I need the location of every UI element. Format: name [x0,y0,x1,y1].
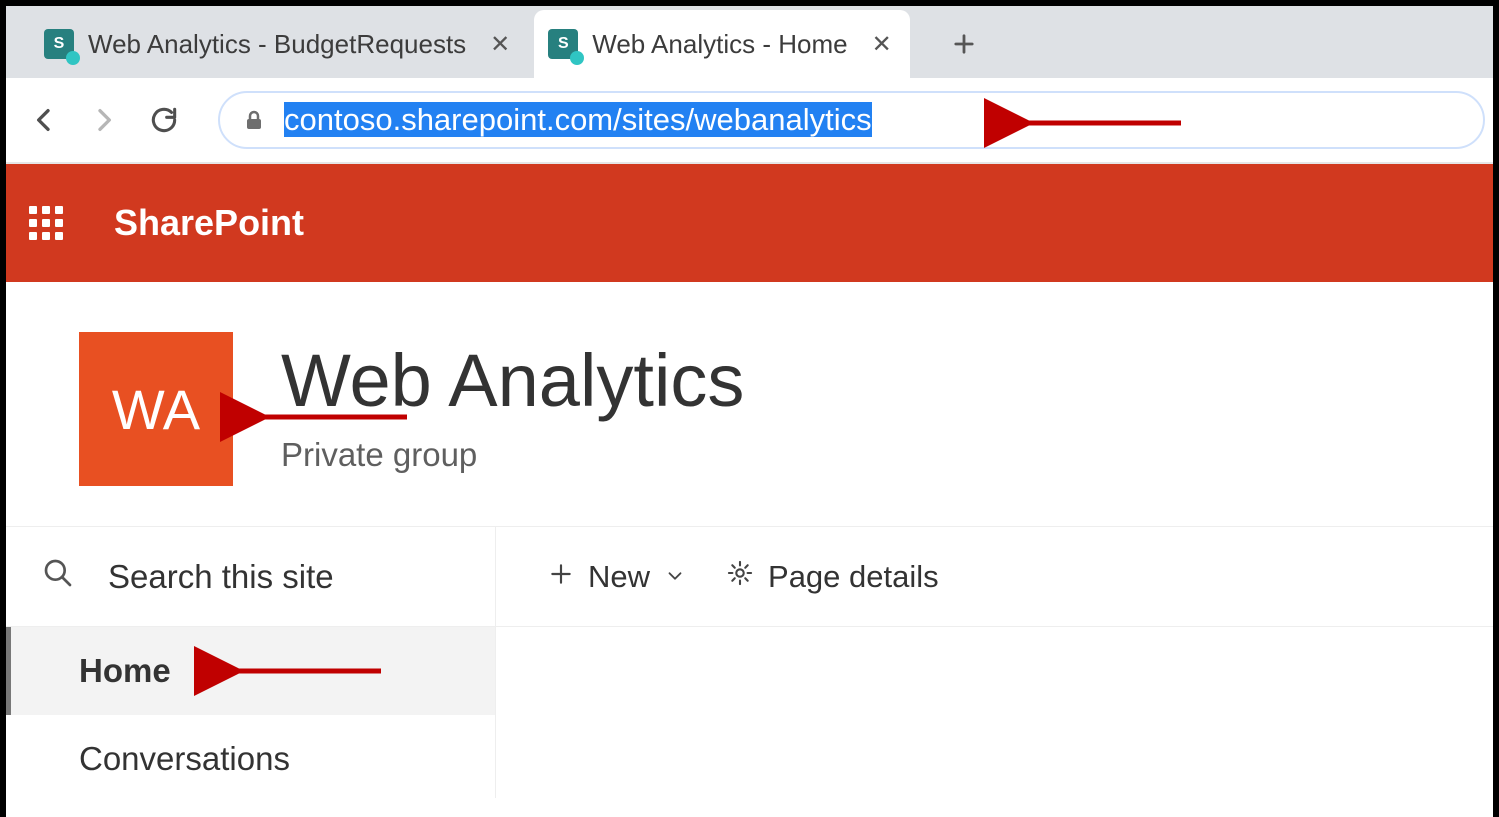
plus-icon [548,559,574,595]
tab-title: Web Analytics - BudgetRequests [88,29,466,60]
search-placeholder: Search this site [108,558,334,596]
content-area: New Page details [496,527,1493,798]
lock-icon [240,106,268,134]
address-bar[interactable]: contoso.sharepoint.com/sites/webanalytic… [218,91,1485,149]
tab-title: Web Analytics - Home [592,29,847,60]
new-button[interactable]: New [548,559,686,595]
url-selected: contoso.sharepoint.com/sites/webanalytic… [284,102,872,137]
new-button-label: New [588,559,650,595]
suite-header: SharePoint [6,164,1493,282]
browser-tab-inactive[interactable]: Web Analytics - BudgetRequests ✕ [30,10,528,78]
sharepoint-icon [44,29,74,59]
url-text: contoso.sharepoint.com/sites/webanalytic… [284,102,872,138]
close-icon[interactable]: ✕ [872,30,892,59]
browser-toolbar: contoso.sharepoint.com/sites/webanalytic… [6,78,1493,164]
annotation-arrow-url [1006,108,1186,143]
nav-item-label: Conversations [79,740,290,778]
forward-button[interactable] [74,90,134,150]
back-button[interactable] [14,90,74,150]
page-details-button[interactable]: Page details [726,559,939,595]
left-nav: Search this site Home Conversations [6,527,496,798]
left-nav-item-conversations[interactable]: Conversations [6,715,495,803]
browser-tabstrip: Web Analytics - BudgetRequests ✕ Web Ana… [6,6,1493,78]
left-nav-item-home[interactable]: Home [6,627,495,715]
reload-button[interactable] [134,90,194,150]
nav-item-label: Home [79,652,171,690]
site-subtitle: Private group [281,436,744,474]
new-tab-button[interactable] [940,20,988,68]
site-header: WA Web Analytics Private group [6,282,1493,526]
command-bar: New Page details [496,527,1493,627]
close-icon[interactable]: ✕ [490,30,510,59]
sharepoint-icon [548,29,578,59]
waffle-icon [29,206,63,240]
suite-app-name: SharePoint [114,202,304,244]
chevron-down-icon [664,559,686,595]
main-area: Search this site Home Conversations New [6,526,1493,798]
app-launcher-button[interactable] [6,206,86,240]
annotation-arrow-home [216,656,386,694]
gear-icon [726,559,754,595]
site-search[interactable]: Search this site [6,527,495,627]
site-logo[interactable]: WA [79,332,233,486]
search-icon [42,557,74,597]
annotation-arrow-logo [242,402,412,437]
page-details-label: Page details [768,559,939,595]
browser-tab-active[interactable]: Web Analytics - Home ✕ [534,10,909,78]
